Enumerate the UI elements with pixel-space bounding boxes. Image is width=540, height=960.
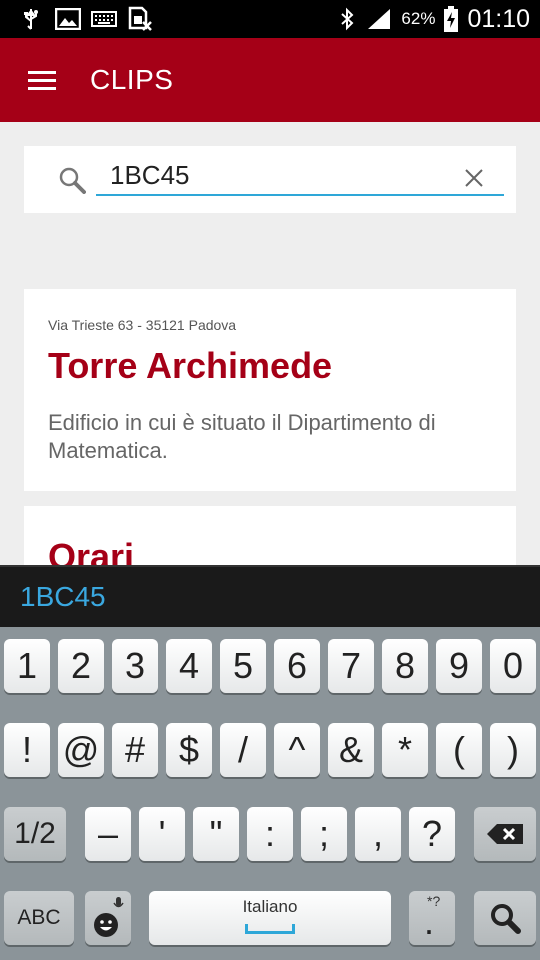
keyboard: 1 2 3 4 5 6 7 8 9 0 ! @ # $ / ^ & * ( ) … [0,627,540,960]
key-at[interactable]: @ [58,723,104,777]
key-7[interactable]: 7 [328,639,374,693]
backspace-icon [485,822,525,846]
key-9[interactable]: 9 [436,639,482,693]
key-apostrophe[interactable]: ' [139,807,185,861]
usb-icon [20,7,42,31]
clock: 01:10 [467,4,530,33]
key-exclamation[interactable]: ! [4,723,50,777]
key-period[interactable]: *? . [409,891,455,945]
space-language-label: Italiano [242,897,298,916]
key-ampersand[interactable]: & [328,723,374,777]
key-slash[interactable]: / [220,723,266,777]
keyboard-icon [90,7,118,31]
key-page-toggle[interactable]: 1/2 [4,807,66,861]
battery-charging-icon [443,6,459,32]
app-bar: CLIPS [0,38,540,122]
search-icon [489,902,521,934]
status-bar: 62% 01:10 [0,0,540,38]
period-label: . [424,901,435,942]
key-quote[interactable]: " [193,807,239,861]
close-icon[interactable] [464,168,484,193]
app-title: CLIPS [90,64,174,95]
space-key[interactable]: Italiano [149,891,391,945]
sim-error-icon [126,6,154,31]
key-2[interactable]: 2 [58,639,104,693]
key-1[interactable]: 1 [4,639,50,693]
card-title-hours: Orari [48,536,135,566]
key-dollar[interactable]: $ [166,723,212,777]
suggestion-word[interactable]: 1BC45 [20,581,106,613]
key-caret[interactable]: ^ [274,723,320,777]
search-input[interactable] [96,156,504,196]
signal-icon [365,7,393,31]
hamburger-menu-icon[interactable] [28,71,56,91]
card-address: Via Trieste 63 - 35121 Padova [48,317,237,333]
card-description: Edificio in cui è situato il Dipartiment… [48,410,436,463]
key-3[interactable]: 3 [112,639,158,693]
image-icon [54,7,82,31]
key-semicolon[interactable]: ; [301,807,347,861]
search-icon [58,166,86,199]
search-card [24,146,516,213]
key-close-paren[interactable]: ) [490,723,536,777]
key-comma[interactable]: , [355,807,401,861]
key-4[interactable]: 4 [166,639,212,693]
search-action-key[interactable] [474,891,536,945]
key-open-paren[interactable]: ( [436,723,482,777]
hours-card[interactable]: Orari [24,506,516,566]
key-colon[interactable]: : [247,807,293,861]
space-icon [245,924,295,934]
place-card[interactable]: Via Trieste 63 - 35121 Padova Torre Arch… [24,289,516,491]
key-asterisk[interactable]: * [382,723,428,777]
backspace-key[interactable] [474,807,536,861]
suggestion-strip: 1BC45 [0,565,540,627]
emoji-mic-icon [91,895,125,941]
key-0[interactable]: 0 [490,639,536,693]
emoji-key[interactable] [85,891,131,945]
key-hash[interactable]: # [112,723,158,777]
key-question[interactable]: ? [409,807,455,861]
bluetooth-icon [337,7,357,31]
key-6[interactable]: 6 [274,639,320,693]
battery-percent: 62% [401,9,436,28]
card-title: Torre Archimede [48,345,333,386]
key-abc[interactable]: ABC [4,891,74,945]
key-5[interactable]: 5 [220,639,266,693]
key-8[interactable]: 8 [382,639,428,693]
key-dash[interactable]: – [85,807,131,861]
